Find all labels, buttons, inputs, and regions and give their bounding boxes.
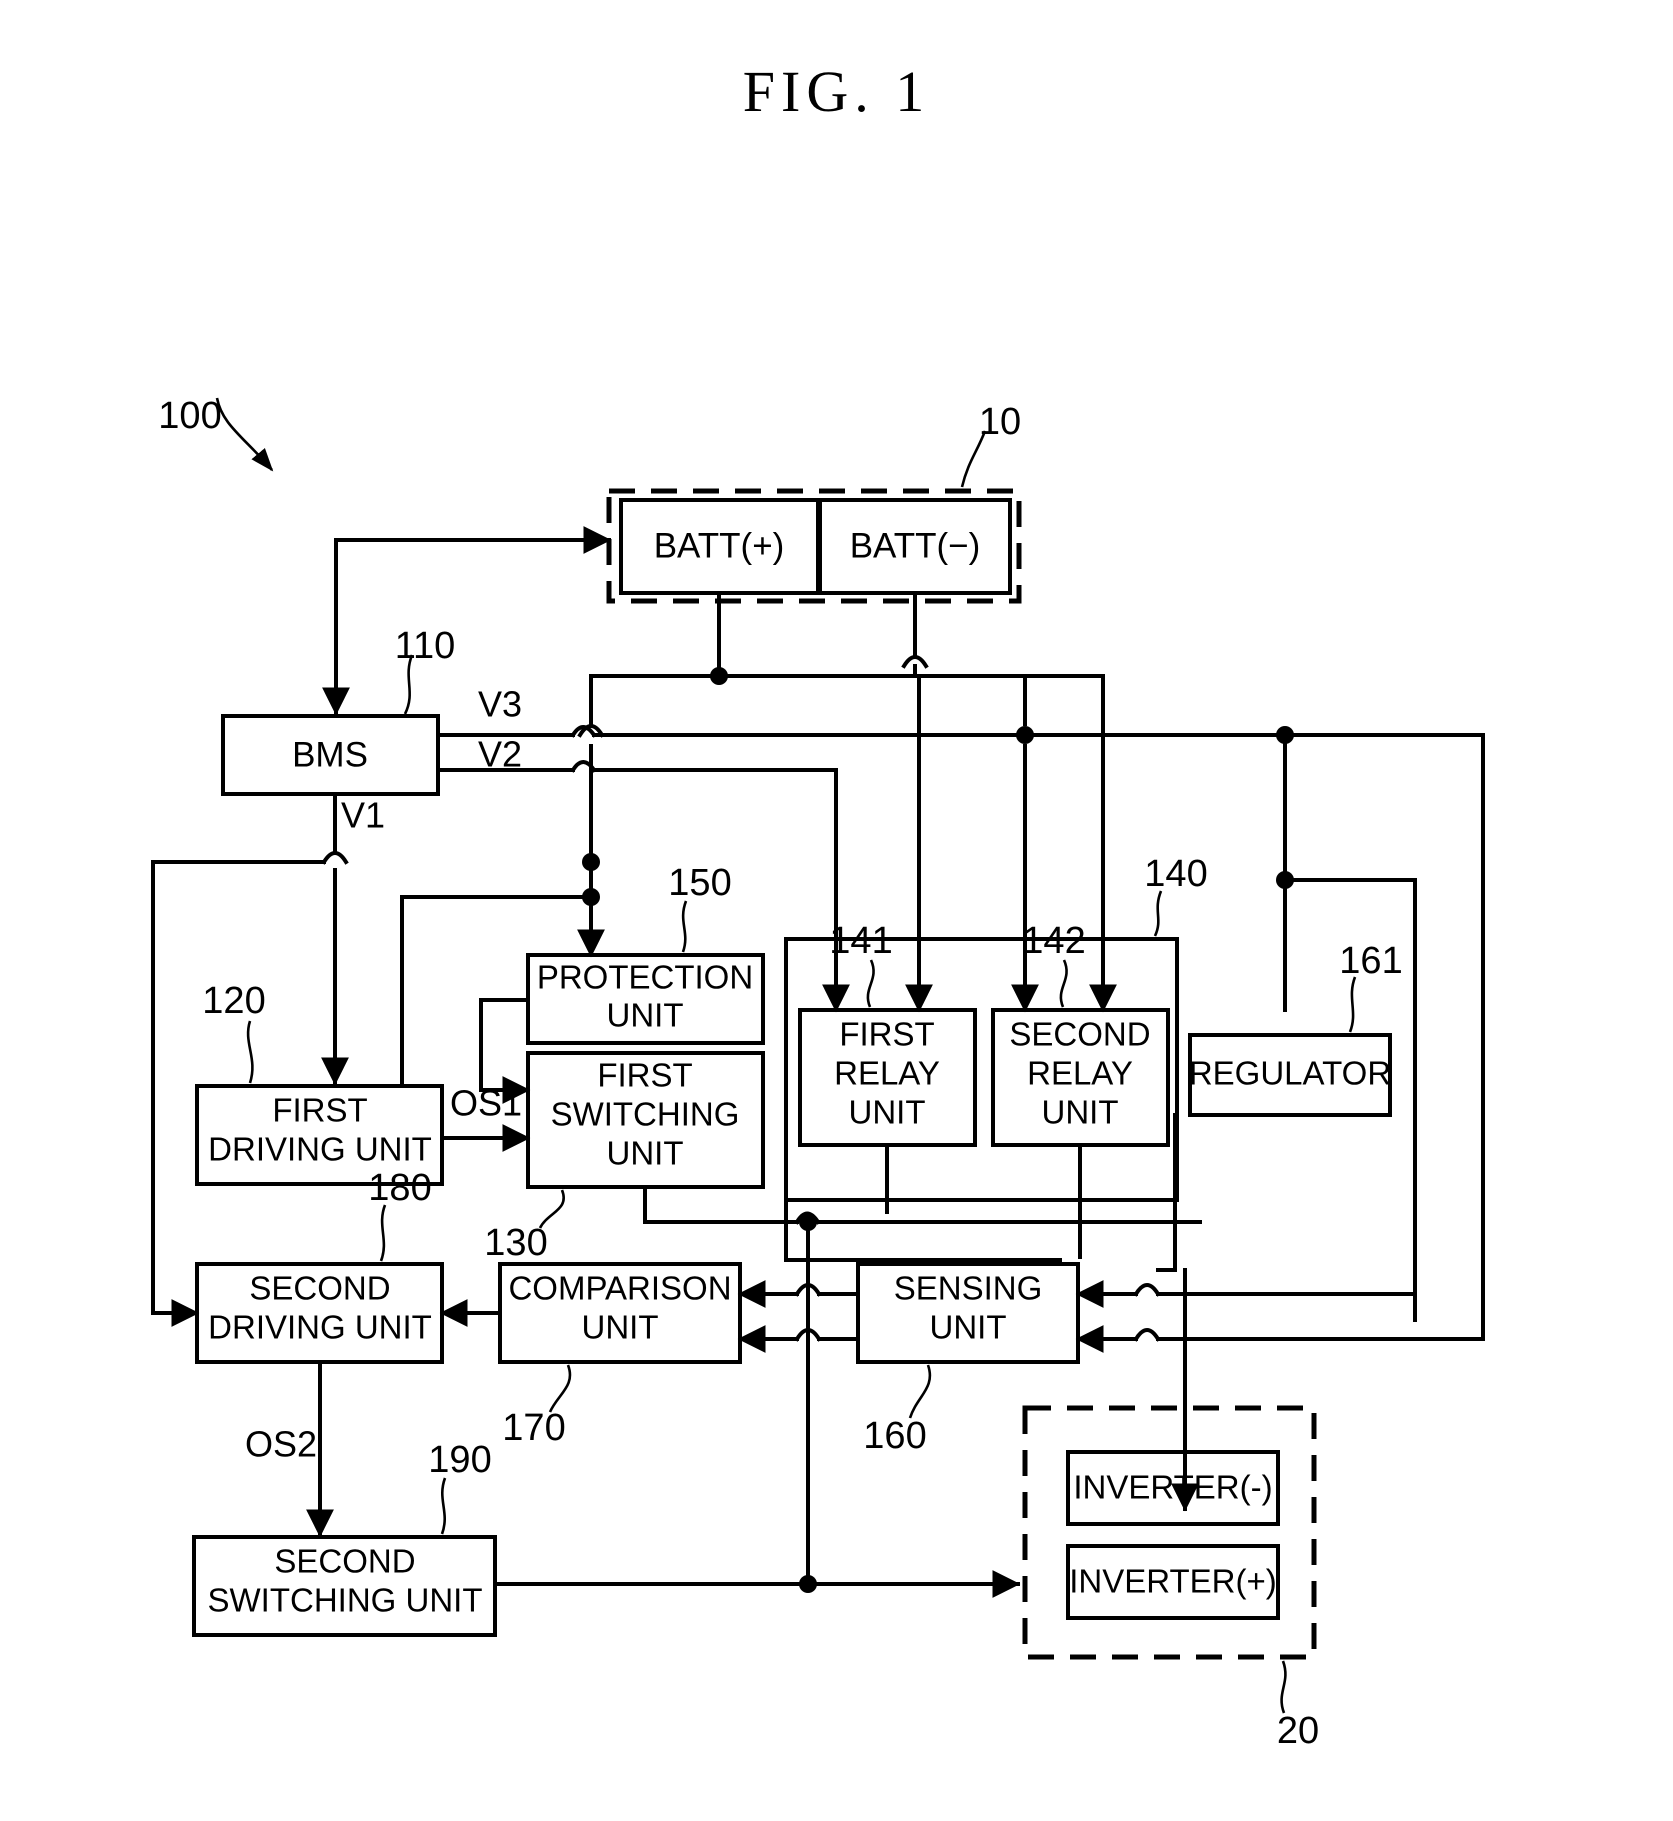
- wire-protection-to-first-switching: [479, 998, 531, 1104]
- ref-label-142: 142: [1022, 920, 1085, 962]
- inverter-group-container: [1022, 1405, 1317, 1660]
- inverter-positive-label: INVERTER(+): [1069, 1563, 1277, 1600]
- second-switching-unit-label-line1: SECOND: [274, 1543, 415, 1580]
- ref-label-120: 120: [202, 980, 265, 1022]
- protection-unit-label-line2: UNIT: [607, 997, 684, 1034]
- ref-label-10: 10: [979, 401, 1021, 443]
- protection-unit-label-line1: PROTECTION: [537, 959, 753, 996]
- regulator-feed: [1276, 733, 1417, 1322]
- ref-label-170: 170: [502, 1407, 565, 1449]
- system-ref-leader: [215, 397, 274, 472]
- first-switching-unit-label-line1: FIRST: [597, 1057, 692, 1094]
- ref-label-150: 150: [668, 862, 731, 904]
- comparison-unit-label-line1: COMPARISON: [508, 1270, 731, 1307]
- regulator-ref-leader: [1348, 976, 1357, 1033]
- first-switching-unit-label-line3: UNIT: [607, 1135, 684, 1172]
- second-switching-unit-label-line2: SWITCHING UNIT: [208, 1582, 483, 1619]
- first-relay-unit-label-line1: FIRST: [839, 1016, 934, 1053]
- second-relay-ref-leader: [1059, 959, 1068, 1008]
- wire-relay-outputs: [784, 1143, 1179, 1262]
- second-driving-unit-label-line1: SECOND: [249, 1270, 390, 1307]
- second-relay-unit-label-line3: UNIT: [1042, 1094, 1119, 1131]
- ref-label-141: 141: [829, 920, 892, 962]
- first-relay-unit-label-line3: UNIT: [849, 1094, 926, 1131]
- signal-label-v3: V3: [478, 684, 522, 725]
- wire-first-switching-output: [643, 1185, 1202, 1231]
- ref-label-180: 180: [368, 1167, 431, 1209]
- comparison-unit-ref-leader: [548, 1364, 572, 1413]
- regulator-label: REGULATOR: [1189, 1055, 1391, 1092]
- inverter-group-ref-leader: [1280, 1660, 1287, 1714]
- battery-positive-label: BATT(+): [654, 526, 785, 565]
- second-driving-unit-ref-leader: [379, 1204, 387, 1262]
- second-switching-unit-ref-leader: [440, 1477, 447, 1535]
- signal-label-os2: OS2: [245, 1424, 317, 1465]
- sensing-unit-label-line1: SENSING: [894, 1270, 1043, 1307]
- first-driving-unit-ref-leader: [246, 1020, 254, 1084]
- inverter-negative-label: INVERTER(-): [1073, 1469, 1272, 1506]
- comparison-unit-label-line2: UNIT: [582, 1309, 659, 1346]
- wire-bms-to-battery: [322, 526, 612, 716]
- bms-label: BMS: [292, 735, 368, 774]
- second-relay-unit-label-line1: SECOND: [1009, 1016, 1150, 1053]
- first-switching-unit-label-line2: SWITCHING: [551, 1096, 740, 1133]
- ref-label-20: 20: [1277, 1710, 1319, 1752]
- ref-label-130: 130: [484, 1222, 547, 1264]
- battery-negative-label: BATT(−): [850, 526, 981, 565]
- patent-block-diagram: 100 BATT(+) BATT(−) 10 BMS 110 V3 V2 V1 …: [151, 395, 1485, 1752]
- ref-label-161: 161: [1339, 940, 1402, 982]
- sensing-unit-ref-leader: [908, 1364, 932, 1419]
- ref-label-190: 190: [428, 1439, 491, 1481]
- second-relay-unit-label-line2: RELAY: [1027, 1055, 1133, 1092]
- relay-group-ref-leader: [1153, 890, 1163, 937]
- wire-v3: [436, 725, 1287, 738]
- second-driving-unit-label-line2: DRIVING UNIT: [208, 1309, 432, 1346]
- protection-unit-ref-leader: [681, 900, 688, 953]
- wire-outer-right-rail: [1276, 726, 1485, 882]
- wire-center-vertical-bus: [799, 1220, 817, 1593]
- wire-sensing-to-comparison: [737, 1280, 860, 1353]
- wire-into-sensing-right: [1075, 878, 1485, 1353]
- first-driving-unit-label-line1: FIRST: [272, 1092, 367, 1129]
- first-relay-unit-label-line2: RELAY: [834, 1055, 940, 1092]
- first-driving-unit-label-line2: DRIVING UNIT: [208, 1131, 432, 1168]
- sensing-unit-label-line2: UNIT: [930, 1309, 1007, 1346]
- wire-v1: [321, 792, 349, 1086]
- ref-label-160: 160: [863, 1415, 926, 1457]
- first-relay-ref-leader: [866, 959, 875, 1008]
- ref-label-110: 110: [395, 625, 456, 667]
- ref-label-100: 100: [158, 395, 221, 437]
- signal-label-v1: V1: [341, 795, 385, 836]
- signal-label-os1: OS1: [450, 1083, 522, 1124]
- signal-label-v2: V2: [478, 734, 522, 775]
- ref-label-140: 140: [1144, 853, 1207, 895]
